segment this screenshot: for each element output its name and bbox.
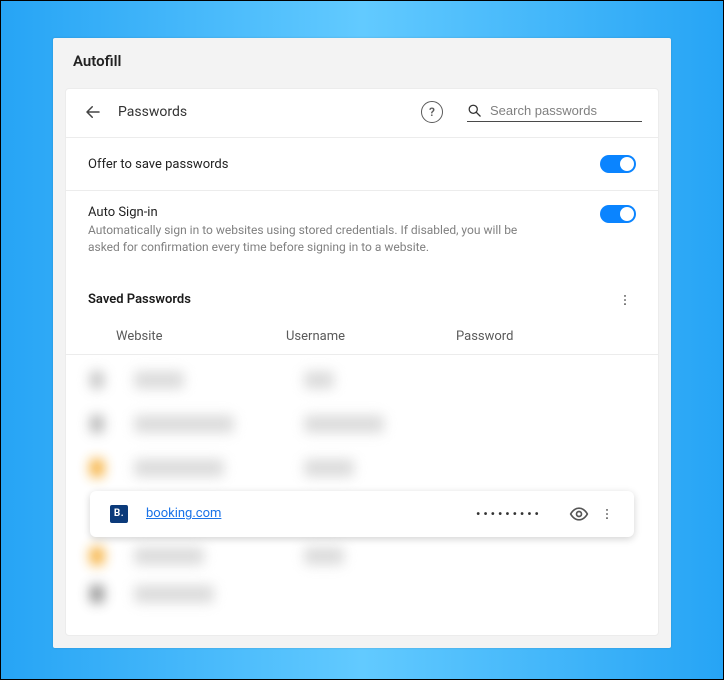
offer-save-label: Offer to save passwords (88, 157, 600, 172)
col-password: Password (456, 329, 636, 344)
eye-icon (569, 504, 589, 524)
saved-passwords-menu-button[interactable] (614, 289, 636, 311)
offer-save-row: Offer to save passwords (66, 138, 658, 190)
more-vertical-icon (600, 507, 614, 521)
auto-signin-toggle[interactable] (600, 205, 636, 223)
col-username: Username (286, 329, 456, 344)
saved-passwords-header: Saved Passwords (66, 271, 658, 319)
search-wrap (467, 102, 642, 122)
help-button[interactable]: ? (421, 101, 443, 123)
auto-signin-row: Auto Sign-in Automatically sign in to we… (66, 191, 658, 271)
panel-title: Autofill (53, 38, 671, 80)
back-button[interactable] (82, 101, 104, 123)
password-entry-row[interactable]: B. booking.com ••••••••• (90, 491, 634, 537)
reveal-password-button[interactable] (568, 503, 590, 525)
more-vertical-icon (618, 293, 632, 307)
search-input[interactable] (488, 102, 642, 119)
auto-signin-description: Automatically sign in to websites using … (88, 222, 548, 257)
blurred-password-list: B. booking.com ••••••••• (66, 355, 658, 595)
site-link[interactable]: booking.com (146, 506, 306, 521)
col-website: Website (116, 329, 286, 344)
page-title: Passwords (118, 104, 187, 120)
site-favicon: B. (110, 505, 128, 523)
entry-menu-button[interactable] (596, 503, 618, 525)
entry-password-masked: ••••••••• (476, 507, 568, 521)
passwords-card: Passwords ? Offer to save passwords Auto… (65, 88, 659, 636)
card-header: Passwords ? (66, 89, 658, 137)
offer-save-toggle[interactable] (600, 155, 636, 173)
arrow-left-icon (84, 103, 102, 121)
question-mark-icon: ? (429, 105, 435, 119)
auto-signin-label: Auto Sign-in (88, 205, 600, 220)
autofill-panel: Autofill Passwords ? Offer to save passw… (53, 38, 671, 648)
saved-passwords-title: Saved Passwords (88, 292, 614, 307)
search-icon (467, 103, 482, 118)
table-header: Website Username Password (66, 319, 658, 355)
